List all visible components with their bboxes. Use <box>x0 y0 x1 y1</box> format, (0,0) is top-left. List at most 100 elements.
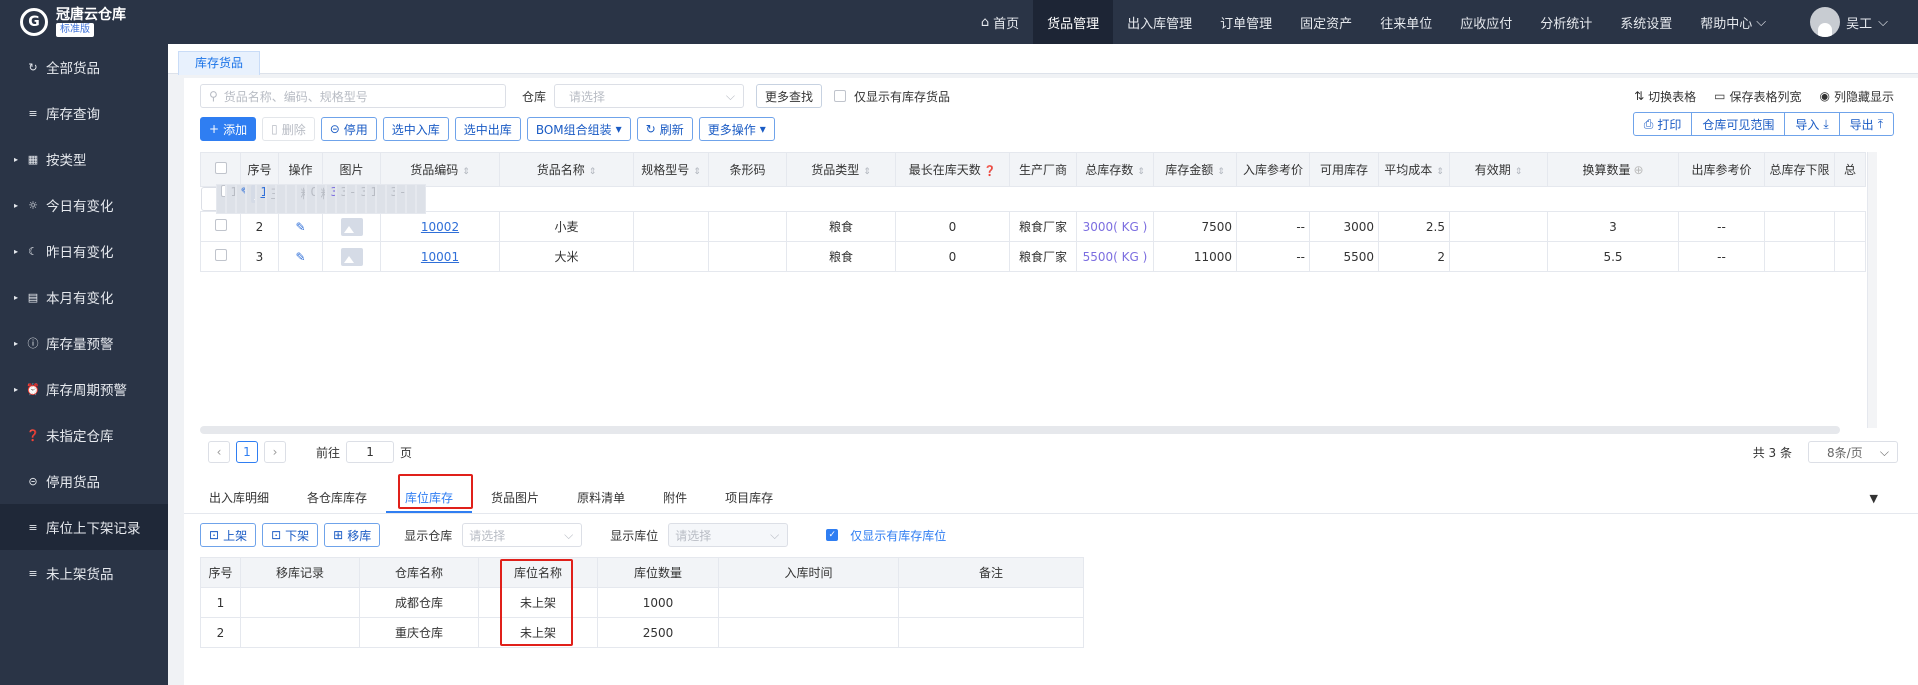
edit-icon[interactable]: ✎ <box>295 220 305 234</box>
toggle-columns-button[interactable]: ◉ 列隐藏显示 <box>1820 88 1895 105</box>
save-width-button[interactable]: ▭ 保存表格列宽 <box>1714 88 1801 105</box>
selected-inbound-button[interactable]: 选中入库 <box>382 117 449 141</box>
sort-icon[interactable]: ⇕ <box>589 167 597 177</box>
selected-outbound-button[interactable]: 选中出库 <box>454 117 521 141</box>
sort-icon[interactable]: ⇕ <box>1137 167 1145 177</box>
column-header[interactable]: 最长在库天数 ❓ <box>895 152 1010 187</box>
horizontal-scrollbar[interactable] <box>200 426 1840 434</box>
row-checkbox[interactable] <box>214 249 227 261</box>
row-checkbox[interactable] <box>214 219 227 231</box>
column-header[interactable]: 图片 <box>322 152 381 187</box>
column-header[interactable]: 生产厂商 <box>1009 152 1077 187</box>
top-nav-item-3[interactable]: 订单管理 <box>1206 0 1286 44</box>
sort-icon[interactable]: ⇕ <box>462 167 470 177</box>
goto-page-input[interactable]: 1 <box>346 441 395 463</box>
column-header[interactable]: 总库存下限 <box>1764 152 1835 187</box>
switch-table-button[interactable]: ⇅ 切换表格 <box>1634 88 1696 105</box>
sidebar-item-1[interactable]: ≡ 库存查询 <box>0 90 168 136</box>
sort-icon[interactable]: ⇕ <box>1515 167 1523 177</box>
bom-button[interactable]: BOM组合组装 ▾ <box>526 117 631 141</box>
detail-tab-5[interactable]: 附件 <box>644 483 706 513</box>
sort-icon[interactable]: ⇕ <box>1217 167 1225 177</box>
column-header[interactable]: 换算数量 ⊕ <box>1547 152 1679 187</box>
cell-value[interactable]: 10002 <box>421 220 459 234</box>
top-nav-item-7[interactable]: 分析统计 <box>1526 0 1606 44</box>
page-size-select[interactable]: 8条/页 ⌵ <box>1808 441 1898 463</box>
sidebar-item-10[interactable]: ≡ 库位上下架记录 <box>0 504 168 550</box>
top-nav-item-5[interactable]: 往来单位 <box>1366 0 1446 44</box>
export-button[interactable]: 导出 ⤒ <box>1840 113 1893 135</box>
column-header[interactable]: 货品类型 ⇕ <box>786 152 896 187</box>
top-nav-item-9[interactable]: 帮助中心 ⌵ <box>1686 0 1780 44</box>
table-row[interactable]: 3 ✎ 10001 大米 粮食 0 粮食厂家 5500( KG ) 11000 -- 5500 2 5.… <box>200 241 1866 272</box>
column-header[interactable]: 平均成本 ⇕ <box>1378 152 1450 187</box>
show-warehouse-select[interactable]: 请选择 ⌵ <box>462 523 583 547</box>
column-header[interactable]: 货品名称 ⇕ <box>499 152 634 187</box>
column-header[interactable]: 库存金额 ⇕ <box>1153 152 1237 187</box>
shelve-up-button[interactable]: ⊡ 上架 <box>200 523 257 547</box>
detail-tab-1[interactable]: 各仓库库存 <box>288 483 386 513</box>
top-nav-item-1[interactable]: 货品管理 <box>1033 0 1114 44</box>
edit-icon[interactable]: ✎ <box>295 250 305 264</box>
more-search-button[interactable]: 更多查找 <box>756 84 823 108</box>
column-header[interactable]: 操作 <box>278 152 323 187</box>
refresh-button[interactable]: ↻ 刷新 <box>636 117 693 141</box>
top-nav-item-8[interactable]: 系统设置 <box>1606 0 1686 44</box>
top-nav-item-6[interactable]: 应收应付 <box>1446 0 1526 44</box>
prev-page-button[interactable]: ‹ <box>208 441 230 463</box>
detail-tab-6[interactable]: 项目库存 <box>706 483 792 513</box>
top-nav-item-2[interactable]: 出入库管理 <box>1113 0 1206 44</box>
cell-value[interactable]: 10001 <box>421 250 459 264</box>
move-stock-button[interactable]: ⊞ 移库 <box>324 523 381 547</box>
next-page-button[interactable]: › <box>264 441 286 463</box>
column-header[interactable]: 总库存数 ⇕ <box>1076 152 1154 187</box>
tab-stock-goods[interactable]: 库存货品 <box>178 51 261 75</box>
detail-tab-3[interactable]: 货品图片 <box>472 483 558 513</box>
print-button[interactable]: ⎙ 打印 <box>1634 113 1693 135</box>
detail-tab-0[interactable]: 出入库明细 <box>190 483 288 513</box>
sort-icon[interactable]: ⇕ <box>863 167 871 177</box>
detail-tab-4[interactable]: 原料清单 <box>558 483 644 513</box>
user-menu[interactable]: 吴工 ⌵ <box>1780 7 1918 37</box>
column-header[interactable]: 规格型号 ⇕ <box>633 152 709 187</box>
column-header[interactable]: 总 <box>1834 152 1866 187</box>
disable-button[interactable]: ⊝ 停用 <box>320 117 377 141</box>
sidebar-item-11[interactable]: ≡ 未上架货品 <box>0 550 168 596</box>
select-all-checkbox[interactable] <box>214 162 227 174</box>
column-header[interactable]: 货品编码 ⇕ <box>380 152 500 187</box>
sidebar-item-6[interactable]: ▸ ⓘ 库存量预警 <box>0 320 168 366</box>
shelve-down-button[interactable]: ⊡ 下架 <box>262 523 319 547</box>
column-header[interactable]: 序号 <box>240 152 279 187</box>
sort-icon[interactable]: ⇕ <box>1436 167 1444 177</box>
collapse-icon[interactable]: ▼ <box>1870 492 1878 505</box>
add-button[interactable]: + 添加 <box>200 117 257 141</box>
sidebar-item-8[interactable]: ❓ 未指定仓库 <box>0 412 168 458</box>
column-header[interactable]: 条形码 <box>708 152 787 187</box>
table-row[interactable]: 1✎10003玉米粮食0粮食厂家3500( KG )3500--350013.5… <box>200 184 426 214</box>
table-row[interactable]: 1 成都仓库 未上架 1000 <box>200 587 1084 618</box>
sidebar-item-4[interactable]: ▸ ☾ 昨日有变化 <box>0 228 168 274</box>
table-row[interactable]: 2 重庆仓库 未上架 2500 <box>200 617 1084 648</box>
sidebar-item-9[interactable]: ⊝ 停用货品 <box>0 458 168 504</box>
page-number[interactable]: 1 <box>236 441 258 463</box>
column-header[interactable]: 有效期 ⇕ <box>1449 152 1548 187</box>
import-button[interactable]: 导入 ⤓ <box>1785 113 1840 135</box>
sort-icon[interactable]: ⇕ <box>693 167 701 177</box>
sidebar-item-0[interactable]: ↻ 全部货品 <box>0 44 168 90</box>
image-icon[interactable] <box>340 217 363 236</box>
column-header[interactable]: 入库参考价 <box>1236 152 1310 187</box>
image-icon[interactable] <box>340 247 363 266</box>
warehouse-select[interactable]: 请选择 ⌵ <box>554 84 745 108</box>
wh-range-button[interactable]: 仓库可见范围 <box>1692 113 1786 135</box>
table-row[interactable]: 2 ✎ 10002 小麦 粮食 0 粮食厂家 3000( KG ) 7500 -- 3000 2.5 3… <box>200 211 1866 242</box>
delete-button[interactable]: ▯ 删除 <box>262 117 315 141</box>
top-nav-item-0[interactable]: ⌂ 首页 <box>967 0 1033 44</box>
top-nav-item-4[interactable]: 固定资产 <box>1286 0 1366 44</box>
more-ops-button[interactable]: 更多操作 ▾ <box>698 117 775 141</box>
show-location-select[interactable]: 请选择 ⌵ <box>668 523 789 547</box>
vertical-scrollbar[interactable] <box>1867 152 1877 428</box>
sidebar-item-7[interactable]: ▸ ⏰ 库存周期预警 <box>0 366 168 412</box>
column-header[interactable]: 可用库存 <box>1309 152 1379 187</box>
sidebar-item-3[interactable]: ▸ ☼ 今日有变化 <box>0 182 168 228</box>
sidebar-item-5[interactable]: ▸ ▤ 本月有变化 <box>0 274 168 320</box>
